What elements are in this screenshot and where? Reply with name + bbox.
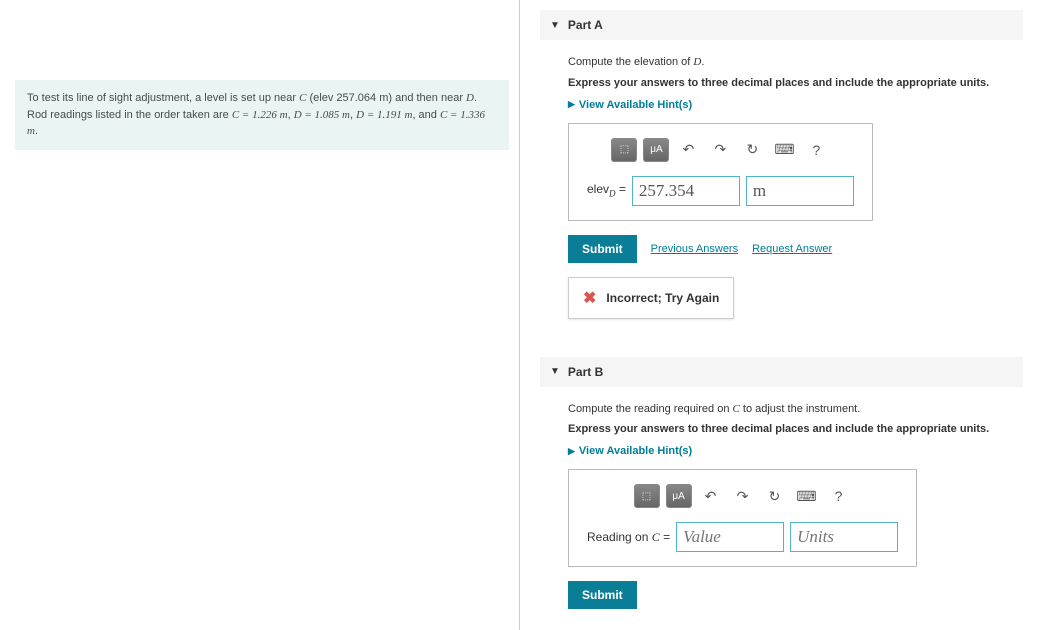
right-panel: ▼ Part A Compute the elevation of D. Exp…	[520, 0, 1053, 630]
help-icon: ?	[813, 142, 821, 158]
keyboard-button[interactable]: ⌨	[794, 484, 820, 508]
input-row-a: elevD =	[587, 176, 854, 206]
request-answer-link[interactable]: Request Answer	[752, 243, 832, 255]
units-input-a[interactable]	[746, 176, 854, 206]
reset-button[interactable]: ↻	[762, 484, 788, 508]
problem-statement: To test its line of sight adjustment, a …	[15, 80, 509, 150]
input-label-b: Reading on C =	[587, 530, 670, 545]
part-b-body: Compute the reading required on C to adj…	[540, 401, 1023, 630]
undo-button[interactable]: ↶	[698, 484, 724, 508]
value-input-a[interactable]	[632, 176, 740, 206]
submit-button-b[interactable]: Submit	[568, 581, 637, 609]
reset-button[interactable]: ↻	[739, 138, 765, 162]
part-b-format: Express your answers to three decimal pl…	[568, 423, 1013, 435]
symbols-button[interactable]: μA	[666, 484, 692, 508]
input-label-a: elevD =	[587, 182, 626, 198]
part-a-body: Compute the elevation of D. Express your…	[540, 54, 1023, 339]
redo-icon: ↷	[715, 141, 727, 158]
reset-icon: ↻	[747, 141, 759, 158]
template-button[interactable]: ⬚	[611, 138, 637, 162]
incorrect-icon: ✖	[583, 288, 596, 308]
input-row-b: Reading on C =	[587, 522, 898, 552]
left-panel: To test its line of sight adjustment, a …	[0, 0, 520, 630]
part-a-instruction: Compute the elevation of D.	[568, 54, 1013, 71]
actions-a: Submit Previous Answers Request Answer	[568, 235, 1013, 263]
template-icon: ⬚	[620, 144, 629, 155]
part-b-header[interactable]: ▼ Part B	[540, 357, 1023, 387]
answer-box-a: ⬚ μA ↶ ↷ ↻ ⌨ ? elevD =	[568, 123, 873, 221]
toolbar-b: ⬚ μA ↶ ↷ ↻ ⌨ ?	[587, 484, 898, 508]
part-a-title: Part A	[568, 18, 603, 32]
part-a-header[interactable]: ▼ Part A	[540, 10, 1023, 40]
undo-icon: ↶	[705, 488, 717, 505]
value-input-b[interactable]	[676, 522, 784, 552]
caret-down-icon: ▼	[550, 20, 560, 31]
part-b-instruction: Compute the reading required on C to adj…	[568, 401, 1013, 418]
undo-button[interactable]: ↶	[675, 138, 701, 162]
keyboard-icon: ⌨	[774, 141, 794, 158]
actions-b: Submit	[568, 581, 1013, 609]
feedback-text: Incorrect; Try Again	[606, 291, 719, 305]
reset-icon: ↻	[769, 488, 781, 505]
feedback-box-a: ✖ Incorrect; Try Again	[568, 277, 734, 319]
keyboard-icon: ⌨	[796, 488, 816, 505]
help-icon: ?	[835, 488, 843, 504]
answer-box-b: ⬚ μA ↶ ↷ ↻ ⌨ ? Reading on C =	[568, 469, 917, 567]
template-icon: ⬚	[642, 491, 651, 502]
keyboard-button[interactable]: ⌨	[771, 138, 797, 162]
submit-button-a[interactable]: Submit	[568, 235, 637, 263]
help-button[interactable]: ?	[826, 484, 852, 508]
caret-down-icon: ▼	[550, 366, 560, 377]
part-b-title: Part B	[568, 365, 603, 379]
redo-button[interactable]: ↷	[730, 484, 756, 508]
hints-label: View Available Hint(s)	[579, 99, 692, 111]
toolbar-a: ⬚ μA ↶ ↷ ↻ ⌨ ?	[587, 138, 854, 162]
help-button[interactable]: ?	[803, 138, 829, 162]
undo-icon: ↶	[683, 141, 695, 158]
redo-icon: ↷	[737, 488, 749, 505]
symbols-button[interactable]: μA	[643, 138, 669, 162]
part-a-format: Express your answers to three decimal pl…	[568, 77, 1013, 89]
caret-right-icon: ▶	[568, 446, 575, 457]
template-button[interactable]: ⬚	[634, 484, 660, 508]
view-hints-b[interactable]: ▶ View Available Hint(s)	[568, 445, 1013, 457]
units-input-b[interactable]	[790, 522, 898, 552]
previous-answers-link[interactable]: Previous Answers	[651, 243, 738, 255]
hints-label-b: View Available Hint(s)	[579, 445, 692, 457]
view-hints-a[interactable]: ▶ View Available Hint(s)	[568, 99, 1013, 111]
mu-icon: μA	[672, 491, 684, 502]
redo-button[interactable]: ↷	[707, 138, 733, 162]
caret-right-icon: ▶	[568, 99, 575, 110]
mu-icon: μA	[650, 144, 662, 155]
